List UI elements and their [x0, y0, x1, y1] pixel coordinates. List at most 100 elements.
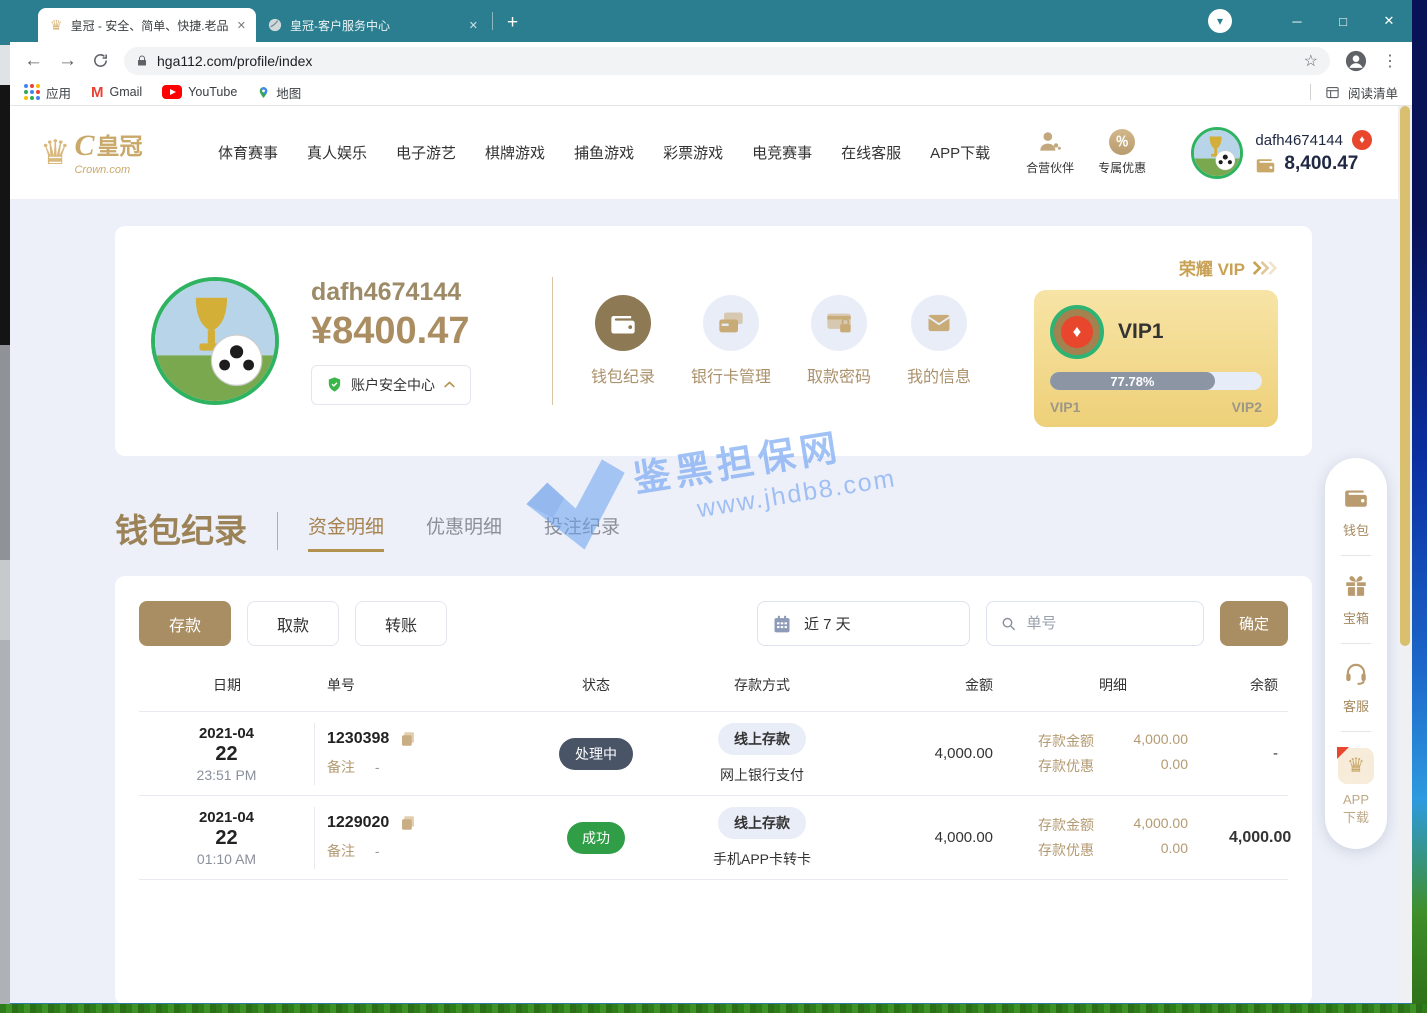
order-search-input[interactable]: [1027, 615, 1189, 632]
panel-treasure-box[interactable]: 宝箱: [1325, 568, 1387, 631]
reload-icon[interactable]: [92, 52, 109, 69]
tab-bet-records[interactable]: 投注纪录: [544, 512, 620, 552]
reading-list-label[interactable]: 阅读清单: [1348, 83, 1398, 102]
remark-value: -: [375, 759, 380, 775]
remark-value: -: [375, 843, 380, 859]
chevron-up-icon: [443, 380, 456, 389]
table-row: 2021-04 22 23:51 PM 1230398 备注 -: [139, 712, 1288, 796]
nav-item-fishing[interactable]: 捕鱼游戏: [574, 142, 634, 163]
order-number: 1230398: [327, 730, 389, 748]
site-logo[interactable]: ♛ C 皇冠 Crown.com: [40, 129, 196, 176]
date-range-select[interactable]: 近 7 天: [757, 601, 970, 646]
nav-item-esports[interactable]: 电竞赛事: [752, 142, 812, 163]
wallet-icon: [1255, 154, 1276, 175]
profile-balance: ¥8400.47: [311, 310, 546, 353]
bookmark-youtube[interactable]: YouTube: [162, 85, 237, 99]
status-badge: 处理中: [559, 738, 633, 770]
confirm-button[interactable]: 确定: [1220, 601, 1288, 646]
browser-profile-badge-icon[interactable]: ▾: [1208, 9, 1232, 33]
crown-logo-icon: ♛: [40, 136, 70, 170]
profile-avatar[interactable]: [151, 277, 279, 405]
status-badge: 成功: [567, 822, 625, 854]
url-bar[interactable]: hga112.com/profile/index ☆: [124, 47, 1330, 75]
bank-card-icon: [703, 295, 759, 351]
tab-funds-detail[interactable]: 资金明细: [308, 512, 384, 552]
detail-label: 存款金额: [1038, 731, 1094, 751]
tab-promo-detail[interactable]: 优惠明细: [426, 512, 502, 552]
filter-deposit-button[interactable]: 存款: [139, 601, 231, 646]
remark-label: 备注: [327, 843, 355, 859]
new-tab-button[interactable]: +: [507, 12, 518, 34]
row-balance: 4,000.00: [1229, 829, 1301, 847]
nav-item-slots[interactable]: 电子游艺: [396, 142, 456, 163]
nav-item-live-casino[interactable]: 真人娱乐: [307, 142, 367, 163]
bookmark-apps[interactable]: 应用: [24, 83, 71, 102]
back-icon[interactable]: ←: [24, 51, 43, 70]
globe-favicon: [268, 18, 282, 32]
forward-icon[interactable]: →: [58, 51, 77, 70]
honor-vip-link[interactable]: 荣耀 VIP: [1034, 255, 1278, 280]
partners-label: 合营伙伴: [1026, 161, 1074, 175]
nav-item-lottery[interactable]: 彩票游戏: [663, 142, 723, 163]
bookmark-label: 应用: [46, 83, 71, 102]
maximize-button[interactable]: □: [1320, 14, 1366, 29]
nav-item-service[interactable]: 在线客服: [841, 142, 901, 163]
scrollbar-thumb[interactable]: [1400, 106, 1410, 646]
avatar[interactable]: [1191, 127, 1243, 179]
panel-app-download[interactable]: ♛ APP 下载: [1325, 744, 1387, 831]
wallet-section-header: 钱包纪录 资金明细 优惠明细 投注纪录: [115, 504, 620, 552]
nav-item-sports[interactable]: 体育赛事: [218, 142, 278, 163]
col-status: 状态: [513, 675, 679, 695]
bookmark-gmail[interactable]: M Gmail: [91, 84, 142, 101]
row-detail: 存款金额 4,000.00 存款优惠 0.00: [997, 815, 1229, 860]
profile-card: dafh4674144 ¥8400.47 账户安全中心 钱包纪录: [115, 226, 1312, 456]
browser-avatar-icon[interactable]: [1345, 50, 1367, 72]
panel-customer-service[interactable]: 客服: [1325, 656, 1387, 719]
close-button[interactable]: ✕: [1366, 13, 1412, 29]
shortcut-withdraw-password[interactable]: 取款密码: [807, 295, 871, 387]
panel-wallet[interactable]: 钱包: [1325, 480, 1387, 543]
minimize-button[interactable]: ─: [1274, 14, 1320, 29]
security-center-button[interactable]: 账户安全中心: [311, 365, 471, 405]
page-scrollbar[interactable]: [1398, 106, 1412, 1003]
shortcut-wallet-records[interactable]: 钱包纪录: [591, 295, 655, 387]
copy-icon[interactable]: [399, 814, 417, 832]
copy-icon[interactable]: [399, 730, 417, 748]
promotions-link[interactable]: ％ 专属优惠: [1098, 129, 1146, 176]
trophy-avatar-image: [155, 281, 275, 401]
shortcut-label: 我的信息: [907, 369, 971, 386]
tab-separator: [492, 12, 493, 30]
wallet-icon: [1343, 484, 1369, 510]
header-user-box[interactable]: dafh4674144 ♦ 8,400.47: [1191, 127, 1372, 179]
detail-label: 存款优惠: [1038, 840, 1094, 860]
bookmarks-separator: [1310, 84, 1311, 100]
shortcut-bank-cards[interactable]: 银行卡管理: [691, 295, 771, 387]
browser-menu-icon[interactable]: ⋮: [1382, 51, 1398, 71]
filter-transfer-button[interactable]: 转账: [355, 601, 447, 646]
url-text: hga112.com/profile/index: [157, 53, 312, 69]
vip-diamond-badge-icon: ♦: [1352, 130, 1372, 150]
profile-shortcuts: 钱包纪录 银行卡管理 取款密码 我的信息: [591, 295, 971, 387]
col-amount: 金额: [845, 675, 997, 695]
nav-item-app-download[interactable]: APP下载: [930, 142, 990, 163]
col-detail: 明细: [997, 675, 1229, 695]
browser-tab-active[interactable]: ♛ 皇冠 - 安全、简单、快捷.老品牌 ✕: [38, 8, 256, 42]
browser-tab-inactive[interactable]: 皇冠-客户服务中心 ✕: [256, 8, 488, 42]
partners-link[interactable]: 合营伙伴: [1026, 129, 1074, 176]
filter-withdraw-button[interactable]: 取款: [247, 601, 339, 646]
tab-close-icon[interactable]: ✕: [237, 19, 246, 32]
bookmark-star-icon[interactable]: ☆: [1304, 51, 1318, 71]
page-content: ♛ C 皇冠 Crown.com 体育赛事 真人娱乐 电子游艺 棋牌游戏 捕鱼游…: [10, 106, 1412, 1003]
row-date-day: 22: [215, 743, 237, 766]
tab-title: 皇冠 - 安全、简单、快捷.老品牌: [71, 17, 229, 34]
bookmark-maps[interactable]: 地图: [257, 83, 301, 102]
detail-value: 0.00: [1108, 756, 1188, 776]
vip-progress-fill: 77.78%: [1050, 372, 1215, 390]
order-search-box[interactable]: [986, 601, 1204, 646]
tab-close-icon[interactable]: ✕: [469, 19, 478, 32]
gmail-icon: M: [91, 84, 104, 101]
method-badge: 线上存款: [718, 723, 806, 755]
shield-icon: [326, 376, 343, 393]
shortcut-my-info[interactable]: 我的信息: [907, 295, 971, 387]
nav-item-cards[interactable]: 棋牌游戏: [485, 142, 545, 163]
